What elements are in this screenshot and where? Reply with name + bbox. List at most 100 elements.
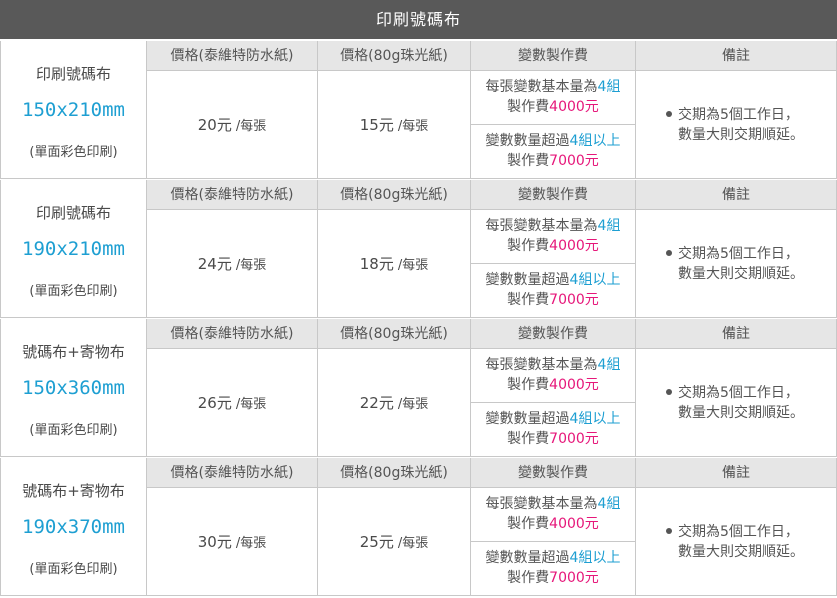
header-price-pearl: 價格(80g珠光紙) [318,41,471,71]
product-block: 號碼布+寄物布 150x360mm (單面彩色印刷) 價格(泰維特防水紙) 價格… [0,319,837,457]
price-pearl-value: 18元 [359,255,394,273]
variable-fee-cell: 每張變數基本量為4組 製作費4000元 變數數量超過4組以上 製作費7000元 [471,71,636,179]
remarks-text: 交期為5個工作日， 數量大則交期順延。 [666,105,804,145]
header-price-waterproof: 價格(泰維特防水紙) [147,458,318,488]
variable-basic-fee: 4000元 [549,99,599,115]
variable-fee-text: 製作費 [507,153,550,169]
variable-basic-info: 每張變數基本量為4組 製作費4000元 [471,71,635,125]
bullet-icon [666,111,672,117]
header-remarks: 備註 [636,180,837,210]
price-pearl-value: 15元 [359,116,394,134]
price-waterproof-cell: 20元/每張 [147,71,318,179]
price-pearl-cell: 18元/每張 [318,210,471,318]
variable-basic-info: 每張變數基本量為4組 製作費4000元 [471,349,635,403]
product-size: 190x210mm [22,238,125,260]
variable-extra-fee: 7000元 [549,431,599,447]
price-waterproof-cell: 26元/每張 [147,349,318,457]
header-variable-fee: 變數製作費 [471,41,636,71]
header-variable-fee: 變數製作費 [471,319,636,349]
variable-basic-qty: 4組 [597,218,621,234]
product-name: 印刷號碼布 [35,65,111,83]
remarks-text: 交期為5個工作日， 數量大則交期順延。 [666,522,804,562]
price-unit: /每張 [397,397,429,412]
variable-extra-qty: 4組以上 [569,550,621,566]
price-pearl-cell: 15元/每張 [318,71,471,179]
variable-fee-text: 製作費 [507,431,550,447]
header-price-waterproof: 價格(泰維特防水紙) [147,319,318,349]
remarks-text: 交期為5個工作日， 數量大則交期順延。 [666,383,804,423]
variable-extra-info: 變數數量超過4組以上 製作費7000元 [471,403,635,457]
product-name: 印刷號碼布 [35,204,111,222]
header-price-pearl: 價格(80g珠光紙) [318,319,471,349]
bullet-icon [666,528,672,534]
variable-fee-cell: 每張變數基本量為4組 製作費4000元 變數數量超過4組以上 製作費7000元 [471,349,636,457]
product-print-note: (單面彩色印刷) [29,145,118,160]
variable-basic-text: 每張變數基本量為 [485,79,598,95]
variable-extra-info: 變數數量超過4組以上 製作費7000元 [471,264,635,318]
price-waterproof-value: 24元 [197,255,232,273]
product-size: 150x360mm [22,377,125,399]
price-pearl-value: 25元 [359,533,394,551]
variable-basic-qty: 4組 [597,496,621,512]
product-print-note: (單面彩色印刷) [29,284,118,299]
remarks-cell: 交期為5個工作日， 數量大則交期順延。 [636,488,837,596]
price-pearl-cell: 22元/每張 [318,349,471,457]
variable-fee-cell: 每張變數基本量為4組 製作費4000元 變數數量超過4組以上 製作費7000元 [471,488,636,596]
variable-extra-qty: 4組以上 [569,272,621,288]
variable-fee-text: 製作費 [507,238,550,254]
variable-extra-info: 變數數量超過4組以上 製作費7000元 [471,125,635,179]
variable-fee-text: 製作費 [507,516,550,532]
remarks-cell: 交期為5個工作日， 數量大則交期順延。 [636,71,837,179]
product-name: 號碼布+寄物布 [22,343,125,361]
product-size: 150x210mm [22,99,125,121]
price-waterproof-value: 26元 [197,394,232,412]
variable-extra-fee: 7000元 [549,570,599,586]
bullet-icon [666,250,672,256]
header-variable-fee: 變數製作費 [471,458,636,488]
variable-extra-text: 變數數量超過 [485,272,570,288]
price-pearl-cell: 25元/每張 [318,488,471,596]
header-price-waterproof: 價格(泰維特防水紙) [147,41,318,71]
remarks-cell: 交期為5個工作日， 數量大則交期順延。 [636,210,837,318]
header-remarks: 備註 [636,319,837,349]
price-unit: /每張 [235,397,267,412]
variable-extra-text: 變數數量超過 [485,133,570,149]
remarks-line-2: 數量大則交期順延。 [678,127,804,143]
remarks-line-1: 交期為5個工作日， [678,246,799,262]
product-print-note: (單面彩色印刷) [29,562,118,577]
variable-basic-qty: 4組 [597,357,621,373]
product-block: 號碼布+寄物布 190x370mm (單面彩色印刷) 價格(泰維特防水紙) 價格… [0,458,837,596]
price-unit: /每張 [235,258,267,273]
variable-basic-text: 每張變數基本量為 [485,357,598,373]
variable-extra-text: 變數數量超過 [485,411,570,427]
price-waterproof-cell: 24元/每張 [147,210,318,318]
variable-fee-text: 製作費 [507,292,550,308]
variable-fee-text: 製作費 [507,99,550,115]
variable-extra-qty: 4組以上 [569,133,621,149]
header-price-pearl: 價格(80g珠光紙) [318,180,471,210]
price-waterproof-value: 30元 [197,533,232,551]
product-label-cell: 印刷號碼布 150x210mm (單面彩色印刷) [0,41,147,179]
remarks-line-2: 數量大則交期順延。 [678,405,804,421]
variable-fee-text: 製作費 [507,570,550,586]
price-waterproof-value: 20元 [197,116,232,134]
variable-extra-qty: 4組以上 [569,411,621,427]
price-pearl-value: 22元 [359,394,394,412]
table-title: 印刷號碼布 [0,0,837,41]
header-price-waterproof: 價格(泰維特防水紙) [147,180,318,210]
product-label-cell: 號碼布+寄物布 150x360mm (單面彩色印刷) [0,319,147,457]
product-block: 印刷號碼布 190x210mm (單面彩色印刷) 價格(泰維特防水紙) 價格(8… [0,180,837,318]
remarks-line-1: 交期為5個工作日， [678,385,799,401]
price-unit: /每張 [397,119,429,134]
header-remarks: 備註 [636,41,837,71]
product-block: 印刷號碼布 150x210mm (單面彩色印刷) 價格(泰維特防水紙) 價格(8… [0,41,837,179]
remarks-line-2: 數量大則交期順延。 [678,544,804,560]
remarks-text: 交期為5個工作日， 數量大則交期順延。 [666,244,804,284]
variable-basic-info: 每張變數基本量為4組 製作費4000元 [471,488,635,542]
variable-extra-info: 變數數量超過4組以上 製作費7000元 [471,542,635,596]
variable-basic-fee: 4000元 [549,516,599,532]
product-label-cell: 印刷號碼布 190x210mm (單面彩色印刷) [0,180,147,318]
bullet-icon [666,389,672,395]
header-variable-fee: 變數製作費 [471,180,636,210]
price-unit: /每張 [235,536,267,551]
